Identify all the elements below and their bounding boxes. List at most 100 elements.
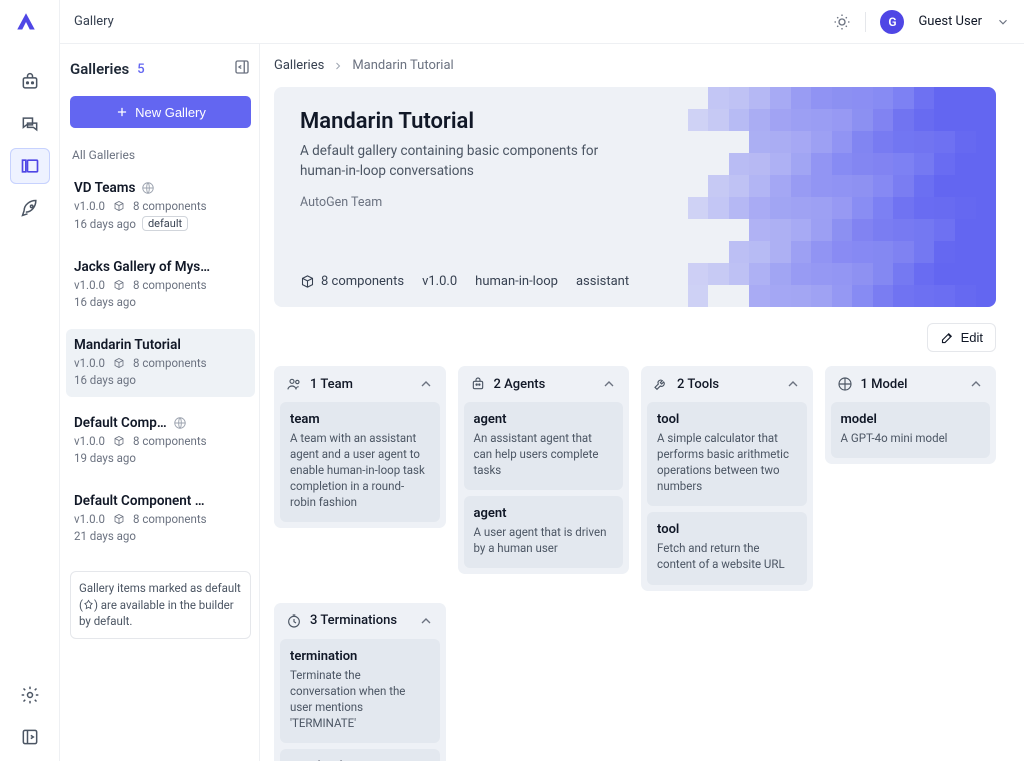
gallery-item[interactable]: Jacks Gallery of Mys… v1.0.0 8 component… bbox=[66, 251, 255, 319]
component-item[interactable]: agent A user agent that is driven by a h… bbox=[464, 496, 624, 568]
theme-toggle-icon[interactable] bbox=[833, 13, 851, 31]
component-item[interactable]: team A team with an assistant agent and … bbox=[280, 402, 440, 522]
gallery-components: 8 components bbox=[133, 512, 207, 526]
sidebar-footnote: Gallery items marked as default () are a… bbox=[70, 571, 251, 639]
package-icon bbox=[113, 513, 125, 525]
gallery-title: VD Teams bbox=[74, 180, 135, 196]
divider bbox=[865, 12, 866, 32]
component-desc: A team with an assistant agent and a use… bbox=[290, 430, 430, 510]
globe-icon bbox=[141, 181, 155, 195]
gallery-hero: Mandarin Tutorial A default gallery cont… bbox=[274, 87, 996, 307]
user-avatar[interactable]: G bbox=[880, 10, 904, 34]
breadcrumb: Galleries Mandarin Tutorial bbox=[274, 58, 996, 73]
component-title: termination bbox=[290, 649, 430, 664]
sidebar-section-label: All Galleries bbox=[66, 142, 255, 162]
hero-title: Mandarin Tutorial bbox=[300, 109, 970, 134]
nav-gallery[interactable] bbox=[10, 148, 50, 184]
gallery-version: v1.0.0 bbox=[74, 512, 105, 526]
component-title: tool bbox=[657, 522, 797, 537]
tool-icon bbox=[653, 376, 669, 392]
component-title: agent bbox=[474, 506, 614, 521]
content-area: Galleries Mandarin Tutorial Mandarin Tut… bbox=[260, 44, 1024, 761]
gallery-item[interactable]: Default Component … v1.0.0 8 components … bbox=[66, 485, 255, 553]
gallery-age: 16 days ago bbox=[74, 217, 136, 231]
gallery-age: 16 days ago bbox=[74, 295, 136, 309]
gallery-item[interactable]: Mandarin Tutorial v1.0.0 8 components 16… bbox=[66, 329, 255, 397]
app-logo bbox=[16, 12, 44, 40]
gallery-title: Mandarin Tutorial bbox=[74, 337, 181, 353]
card-title: 3 Terminations bbox=[310, 613, 397, 628]
team-icon bbox=[286, 376, 302, 392]
gallery-item[interactable]: Default Comp… v1.0.0 8 components 19 day… bbox=[66, 407, 255, 475]
gallery-title: Default Comp… bbox=[74, 415, 167, 431]
gallery-age: 19 days ago bbox=[74, 451, 136, 465]
breadcrumb-root[interactable]: Galleries bbox=[274, 58, 324, 73]
gallery-version: v1.0.0 bbox=[74, 278, 105, 292]
component-title: team bbox=[290, 412, 430, 427]
hero-author: AutoGen Team bbox=[300, 195, 970, 210]
nav-deploy[interactable] bbox=[10, 190, 50, 226]
component-desc: A simple calculator that performs basic … bbox=[657, 430, 797, 494]
termination-icon bbox=[286, 613, 302, 629]
component-desc: A GPT-4o mini model bbox=[841, 430, 981, 446]
component-item[interactable]: model A GPT-4o mini model bbox=[831, 402, 991, 458]
pin-icon bbox=[83, 599, 94, 610]
hero-version: v1.0.0 bbox=[422, 274, 457, 289]
card-model: 1 Model model A GPT-4o mini model bbox=[825, 366, 997, 464]
component-item[interactable]: termination Terminate the conversation a… bbox=[280, 749, 440, 761]
gallery-item[interactable]: VD Teams v1.0.0 8 components 16 days ago… bbox=[66, 172, 255, 241]
new-gallery-button[interactable]: New Gallery bbox=[70, 96, 251, 128]
gallery-age: 16 days ago bbox=[74, 373, 136, 387]
collapse-icon[interactable] bbox=[968, 376, 984, 392]
sidebar-collapse-button[interactable] bbox=[233, 58, 251, 80]
new-gallery-label: New Gallery bbox=[135, 105, 206, 120]
agent-icon bbox=[470, 376, 486, 392]
hero-tag: assistant bbox=[576, 274, 629, 289]
component-item[interactable]: tool Fetch and return the content of a w… bbox=[647, 512, 807, 584]
card-title: 1 Team bbox=[310, 377, 353, 392]
gallery-title: Jacks Gallery of Mys… bbox=[74, 259, 210, 275]
card-terminations: 3 Terminations termination Terminate the… bbox=[274, 603, 446, 761]
component-title: model bbox=[841, 412, 981, 427]
sidebar-count: 5 bbox=[137, 62, 144, 77]
breadcrumb-current: Mandarin Tutorial bbox=[352, 58, 453, 73]
gallery-version: v1.0.0 bbox=[74, 356, 105, 370]
package-icon bbox=[113, 435, 125, 447]
component-item[interactable]: termination Terminate the conversation w… bbox=[280, 639, 440, 743]
edit-label: Edit bbox=[961, 330, 983, 345]
package-icon bbox=[113, 357, 125, 369]
card-title: 2 Tools bbox=[677, 377, 719, 392]
card-team: 1 Team team A team with an assistant age… bbox=[274, 366, 446, 528]
nav-chat[interactable] bbox=[10, 106, 50, 142]
chevron-right-icon bbox=[332, 60, 344, 72]
nav-builder[interactable] bbox=[10, 64, 50, 100]
card-title: 1 Model bbox=[861, 377, 908, 392]
topbar-section: Gallery bbox=[74, 14, 114, 29]
globe-icon bbox=[173, 416, 187, 430]
user-name[interactable]: Guest User bbox=[918, 14, 982, 29]
gallery-age: 21 days ago bbox=[74, 529, 136, 543]
component-item[interactable]: tool A simple calculator that performs b… bbox=[647, 402, 807, 506]
hero-subtitle: A default gallery containing basic compo… bbox=[300, 142, 640, 181]
component-desc: An assistant agent that can help users c… bbox=[474, 430, 614, 478]
nav-expand[interactable] bbox=[10, 719, 50, 755]
component-desc: A user agent that is driven by a human u… bbox=[474, 524, 614, 556]
gallery-version: v1.0.0 bbox=[74, 199, 105, 213]
hero-tag: human-in-loop bbox=[475, 274, 558, 289]
model-icon bbox=[837, 376, 853, 392]
collapse-icon[interactable] bbox=[418, 376, 434, 392]
user-menu-chevron-icon[interactable] bbox=[996, 15, 1010, 29]
collapse-icon[interactable] bbox=[785, 376, 801, 392]
topbar: Gallery G Guest User bbox=[60, 0, 1024, 44]
collapse-icon[interactable] bbox=[601, 376, 617, 392]
edit-button[interactable]: Edit bbox=[927, 323, 996, 352]
package-icon bbox=[300, 274, 315, 289]
sidebar-heading: Galleries bbox=[70, 60, 129, 78]
collapse-icon[interactable] bbox=[418, 613, 434, 629]
nav-rail bbox=[0, 0, 60, 761]
component-desc: Terminate the conversation when the user… bbox=[290, 667, 430, 731]
edit-icon bbox=[940, 330, 955, 345]
gallery-title: Default Component … bbox=[74, 493, 204, 509]
component-item[interactable]: agent An assistant agent that can help u… bbox=[464, 402, 624, 490]
nav-settings[interactable] bbox=[10, 677, 50, 713]
